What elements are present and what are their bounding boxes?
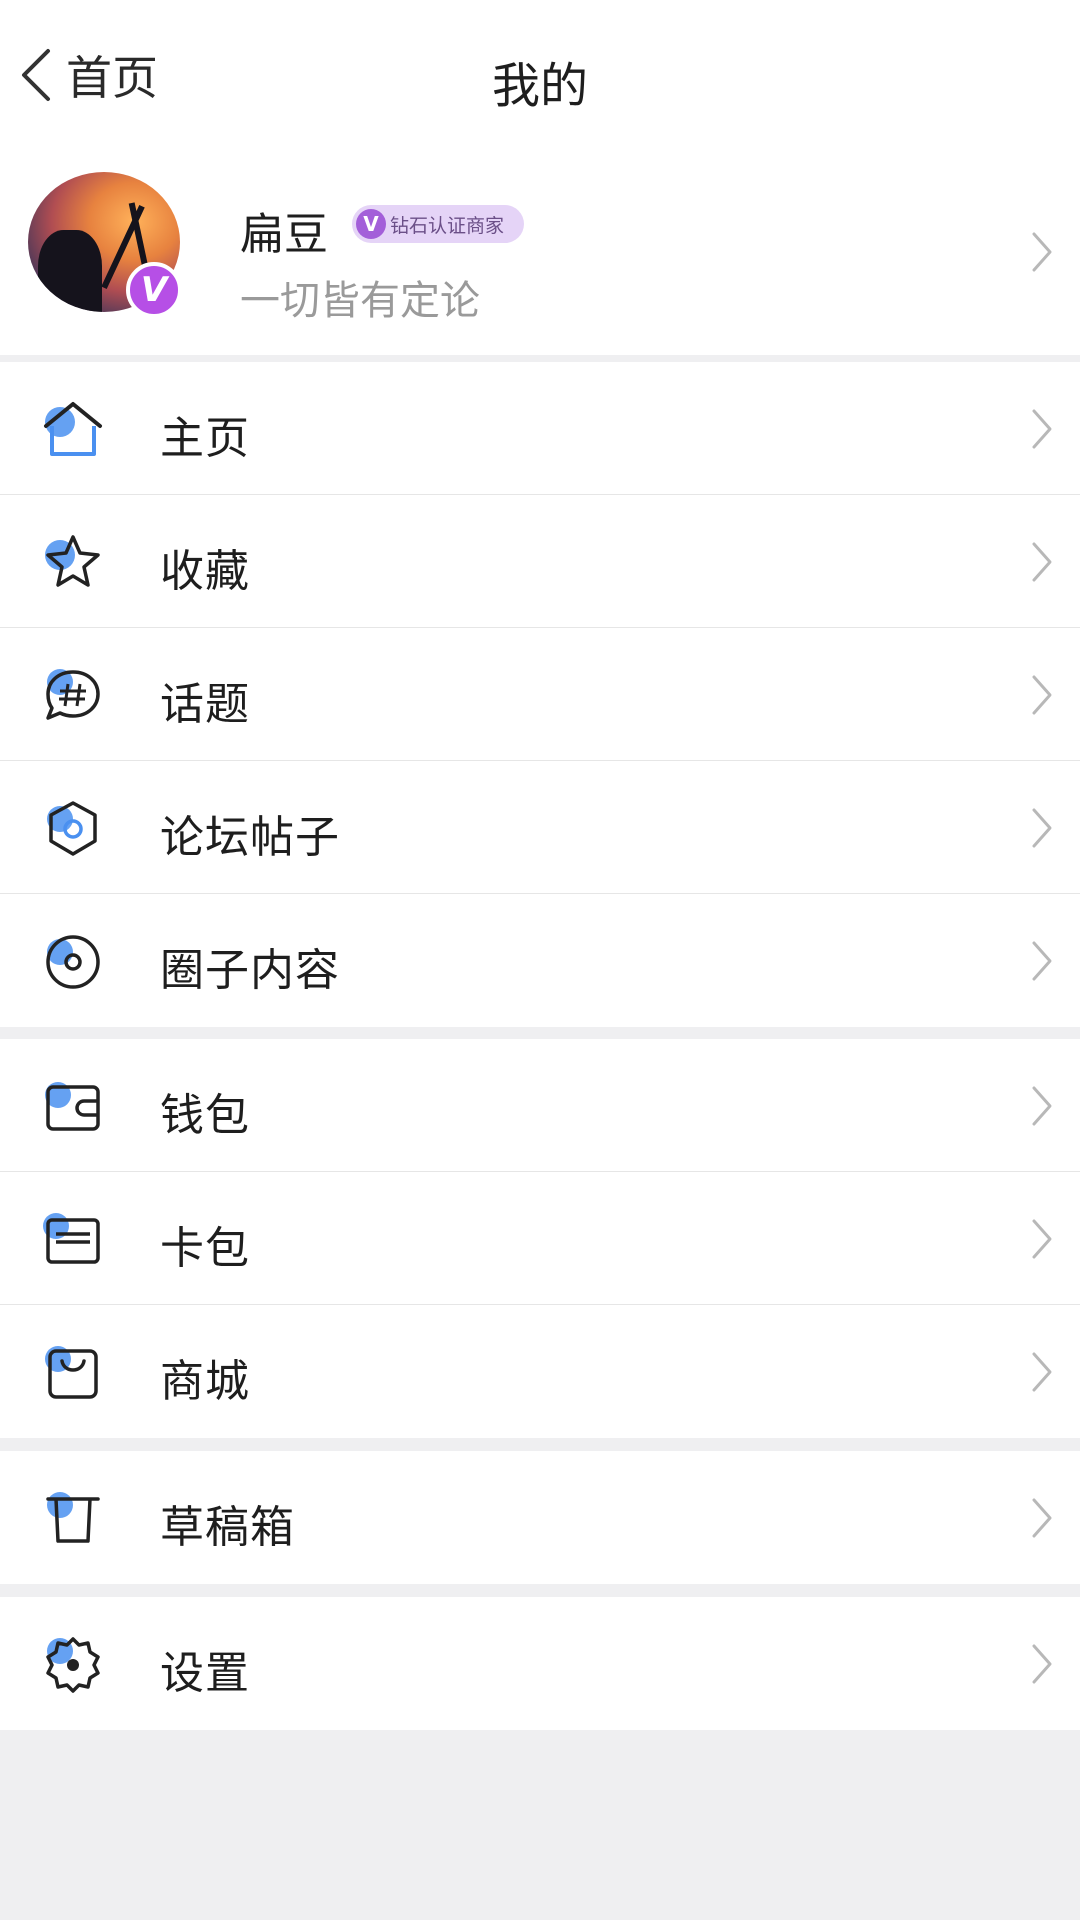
chevron-right-icon — [1030, 407, 1054, 451]
chevron-right-icon — [1030, 1496, 1054, 1540]
chevron-right-icon — [1030, 1084, 1054, 1128]
menu-item-settings[interactable]: 设置 — [0, 1597, 1080, 1730]
chevron-right-icon — [1030, 939, 1054, 983]
menu-label: 商城 — [160, 1356, 250, 1407]
hexagon-icon — [40, 797, 106, 861]
menu-label: 设置 — [160, 1648, 250, 1699]
home-icon — [40, 398, 106, 462]
circle-target-icon — [40, 930, 106, 994]
star-icon — [40, 531, 106, 595]
menu-label: 收藏 — [160, 546, 250, 597]
menu-label: 卡包 — [160, 1223, 250, 1274]
gear-icon — [40, 1633, 106, 1697]
menu-item-circle-content[interactable]: 圈子内容 — [0, 894, 1080, 1027]
menu-group-content: 主页 收藏 话题 论坛帖子 圈子内容 — [0, 362, 1080, 1027]
menu-label: 钱包 — [160, 1090, 250, 1141]
menu-label: 话题 — [160, 679, 250, 730]
menu-item-forum-posts[interactable]: 论坛帖子 — [0, 761, 1080, 894]
menu-label: 草稿箱 — [160, 1502, 295, 1553]
card-icon — [40, 1208, 106, 1272]
menu-item-wallet[interactable]: 钱包 — [0, 1039, 1080, 1172]
menu-item-mall[interactable]: 商城 — [0, 1305, 1080, 1438]
hashtag-bubble-icon — [40, 664, 106, 728]
chevron-right-icon — [1030, 673, 1054, 717]
user-signature: 一切皆有定论 — [240, 278, 480, 324]
trash-bin-icon — [40, 1487, 106, 1551]
username: 扁豆 — [240, 209, 328, 260]
profile-chevron-right-icon — [1030, 230, 1054, 274]
menu-group-drafts: 草稿箱 — [0, 1451, 1080, 1584]
chevron-right-icon — [1030, 806, 1054, 850]
chevron-right-icon — [1030, 1217, 1054, 1261]
chevron-right-icon — [1030, 1642, 1054, 1686]
profile-card[interactable]: V 扁豆 V 钻石认证商家 一切皆有定论 — [0, 150, 1080, 355]
menu-group-finance: 钱包 卡包 商城 — [0, 1039, 1080, 1438]
menu-item-topics[interactable]: 话题 — [0, 628, 1080, 761]
menu-item-drafts[interactable]: 草稿箱 — [0, 1451, 1080, 1584]
certification-badge[interactable]: V 钻石认证商家 — [352, 205, 524, 243]
cert-v-icon: V — [356, 209, 386, 239]
menu-label: 圈子内容 — [160, 945, 340, 996]
menu-item-home[interactable]: 主页 — [0, 362, 1080, 495]
chevron-right-icon — [1030, 540, 1054, 584]
chevron-right-icon — [1030, 1350, 1054, 1394]
cert-label: 钻石认证商家 — [390, 214, 505, 237]
menu-label: 主页 — [160, 413, 250, 464]
menu-group-settings: 设置 — [0, 1597, 1080, 1730]
nav-bar: 首页 我的 — [0, 0, 1080, 150]
shopping-bag-icon — [40, 1341, 106, 1405]
page-title: 我的 — [491, 58, 588, 114]
menu-item-favorites[interactable]: 收藏 — [0, 495, 1080, 628]
menu-label: 论坛帖子 — [160, 812, 340, 863]
wallet-icon — [40, 1075, 106, 1139]
verified-badge: V — [126, 262, 182, 318]
menu-item-card-holder[interactable]: 卡包 — [0, 1172, 1080, 1305]
